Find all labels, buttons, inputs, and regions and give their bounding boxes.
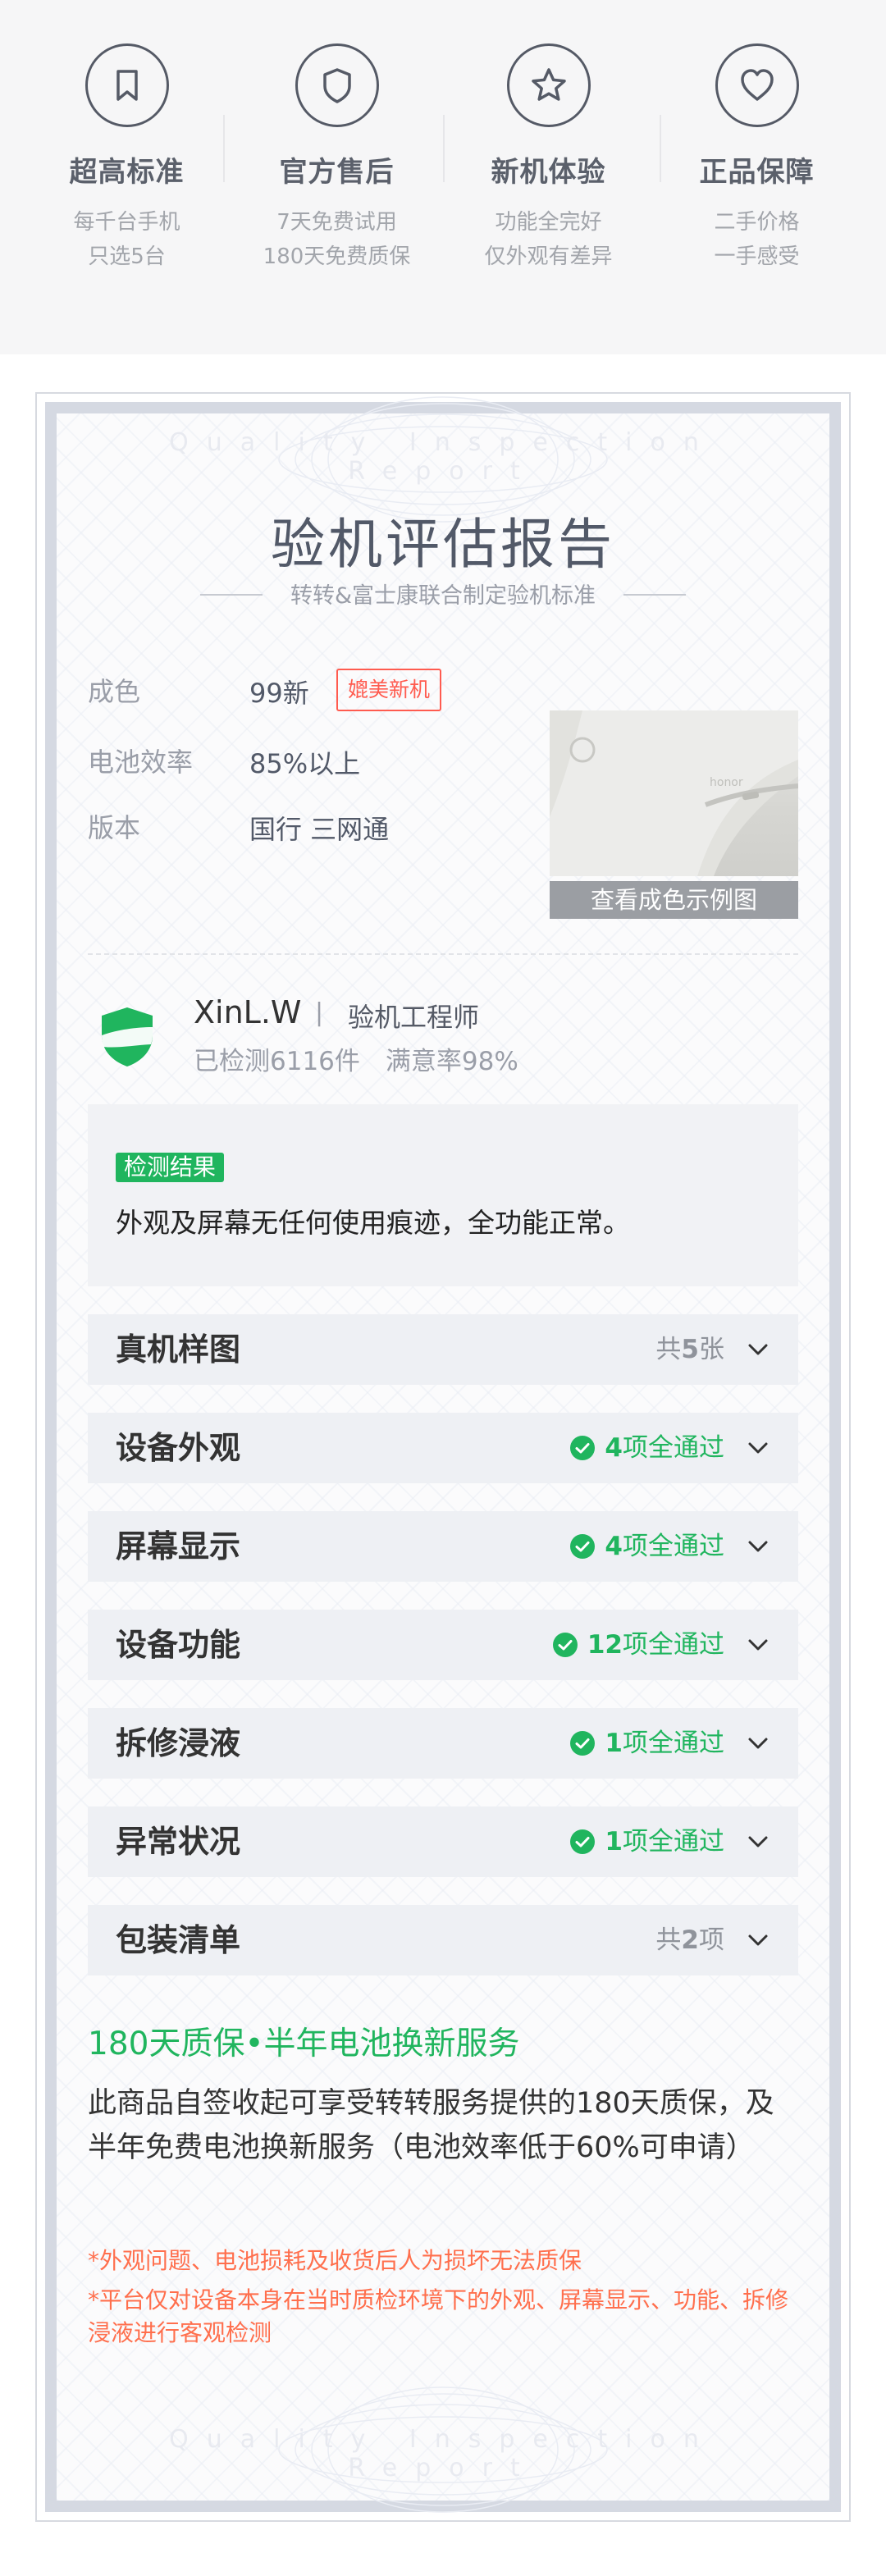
chevron-down-icon [748,1639,768,1651]
chevron-down-icon [748,1442,768,1454]
engineer-separator: | [315,998,324,1027]
feature-title: 官方售后 [279,156,395,189]
section-status: 12 项全通过 [552,1610,724,1680]
section-row[interactable]: 设备功能 12 项全通过 [88,1610,798,1680]
check-circle-icon [552,1633,578,1657]
check-circle-icon [570,1731,596,1756]
star-icon [506,43,591,127]
section-row[interactable]: 包装清单 共 2 项 [88,1905,798,1975]
status-suffix: 项全通过 [623,1729,724,1758]
section-status: 1 项全通过 [570,1806,724,1877]
condition-badge: 媲美新机 [336,669,442,711]
status-suffix: 项全通过 [623,1433,724,1463]
warranty-text: 此商品自签收起可享受转转服务提供的180天质保，及半年免费电池换新服务（电池效率… [88,2087,774,2164]
check-circle-icon [570,1436,596,1460]
result-tag: 检测结果 [116,1153,225,1182]
section-status: 4 项全通过 [570,1413,724,1483]
status-prefix: 共 [655,1335,682,1364]
feature-desc: 功能全完好 仅外观有差异 [484,210,613,269]
status-count: 1 [605,1827,623,1857]
section-label: 包装清单 [116,1922,241,1958]
section-status: 共2项 [655,1905,724,1975]
engineer-role: 验机工程师 [348,1002,480,1033]
spec-label-version: 版本 [88,812,141,843]
watermark-text: Quality Inspection Report [169,2425,717,2482]
section-label: 设备外观 [116,1430,241,1466]
watermark-text: Quality Inspection Report [169,428,717,486]
status-suffix: 项全通过 [623,1532,724,1561]
chevron-down-icon [748,1738,768,1749]
section-label: 异常状况 [116,1824,241,1860]
chevron-down-icon [748,1836,768,1848]
status-prefix: 共 [655,1925,682,1955]
section-status: 4 项全通过 [570,1511,724,1582]
feature-desc: 7天免费试用 180天免费质保 [263,210,411,269]
view-example-image-button[interactable]: 查看成色示例图 [550,881,798,919]
status-suffix: 项 [699,1925,724,1955]
section-row[interactable]: 屏幕显示 4 项全通过 [88,1511,798,1582]
feature-divider [223,115,225,182]
chevron-down-icon [748,1934,768,1946]
spec-value-battery: 85%以上 [249,748,361,779]
chevron-down-icon [748,1541,768,1552]
section-row[interactable]: 拆修浸液 1 项全通过 [88,1708,798,1779]
status-suffix: 项全通过 [623,1630,724,1660]
feature-title: 新机体验 [491,156,606,189]
heart-icon [715,43,799,127]
feature-desc: 二手价格 一手感受 [714,210,800,269]
status-count: 1 [605,1729,623,1758]
status-suffix: 张 [699,1335,724,1364]
divider-line [623,594,686,596]
section-status: 共5张 [655,1314,724,1385]
section-status: 1 项全通过 [570,1708,724,1779]
report-subtitle: 转转&富士康联合制定验机标准 [290,583,596,609]
status-count: 4 [605,1433,623,1463]
status-count: 12 [587,1630,623,1660]
bookmark-icon [84,43,169,127]
shield-icon [295,43,379,127]
feature-strip: 超高标准 每千台手机 只选5台 官方售后 7天免费试用 180天免费质保 新机体验 … [0,0,886,354]
status-count: 4 [605,1532,623,1561]
svg-text:honor: honor [710,776,743,789]
warranty-note: *外观问题、电池损耗及收货后人为损坏无法质保 [88,2247,582,2274]
feature-title: 超高标准 [69,156,185,189]
spec-value-condition: 99新 [249,678,309,709]
status-count: 5 [681,1335,699,1364]
section-row[interactable]: 设备外观 4 项全通过 [88,1413,798,1483]
check-circle-icon [570,1829,596,1854]
report-title: 验机评估报告 [271,513,615,576]
section-label: 拆修浸液 [116,1725,241,1761]
spec-label-battery: 电池效率 [88,747,194,778]
section-row[interactable]: 异常状况 1 项全通过 [88,1806,798,1877]
status-suffix: 项全通过 [623,1827,724,1857]
warranty-title: 180天质保•半年电池换新服务 [88,2026,520,2062]
spec-label-condition: 成色 [88,676,141,707]
result-box [88,1104,798,1286]
engineer-name: XinL.W [194,994,302,1030]
spec-value-version: 国行 三网通 [249,814,390,845]
warranty-note: *平台仅对设备本身在当时质检环境下的外观、屏幕显示、功能、拆修浸液进行客观检测 [88,2286,789,2346]
section-row[interactable]: 真机样图 共 5 张 [88,1314,798,1385]
feature-desc: 每千台手机 只选5台 [73,210,180,269]
phone-photo-icon: honor [550,710,798,876]
section-label: 设备功能 [116,1627,241,1663]
status-count: 2 [681,1925,699,1955]
engineer-stats: 已检测6116件 满意率98% [194,1047,518,1076]
dashed-divider [88,953,798,955]
feature-title: 正品保障 [699,156,815,189]
section-label: 屏幕显示 [116,1528,241,1564]
section-label: 真机样图 [116,1331,241,1368]
chevron-down-icon [748,1344,768,1355]
phone-condition-image[interactable]: honor [550,710,798,876]
check-circle-icon [570,1534,596,1559]
result-text: 外观及屏幕无任何使用痕迹，全功能正常。 [116,1207,630,1239]
verified-shield-icon [102,1007,153,1066]
